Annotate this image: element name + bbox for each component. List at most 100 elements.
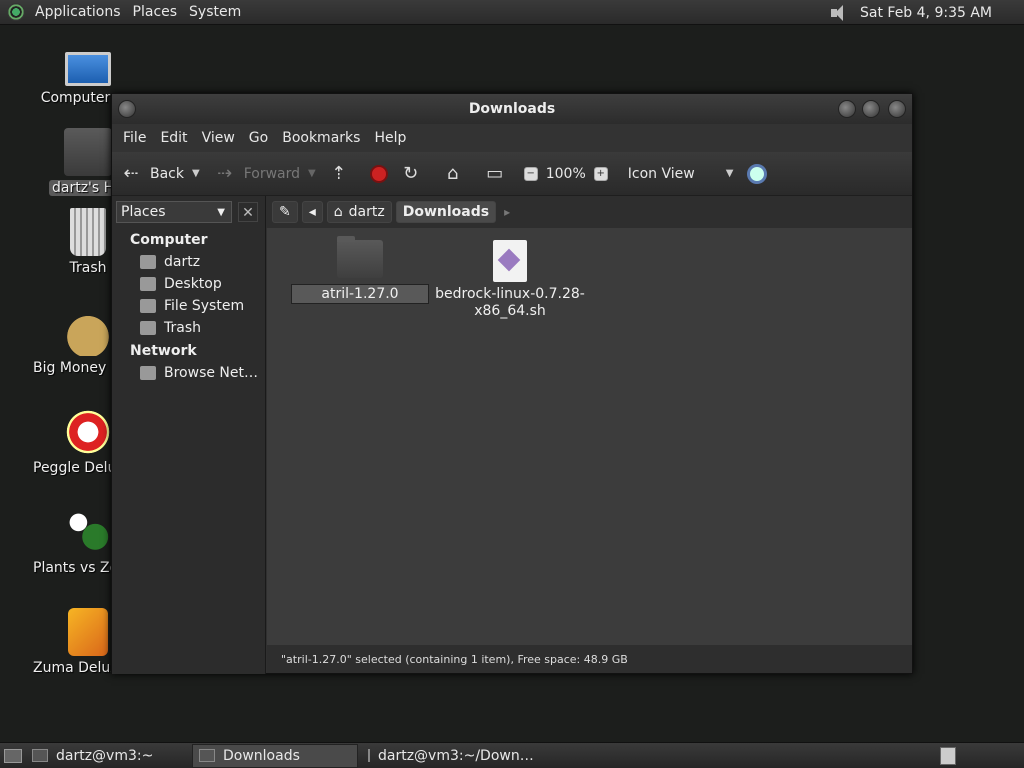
menu-go[interactable]: Go xyxy=(242,130,275,146)
zoom-out-icon[interactable]: − xyxy=(523,166,538,181)
clock[interactable]: Sat Feb 4, 9:35 AM xyxy=(860,5,992,21)
path-scroll-left-icon[interactable]: ◂ xyxy=(301,201,323,223)
plants-icon xyxy=(64,508,112,556)
file-item-bedrock[interactable]: bedrock-linux-0.7.28- x86_64.sh xyxy=(435,240,585,320)
computer-icon xyxy=(65,52,111,86)
desktop-icon-label: Computer xyxy=(40,90,111,106)
sidebar-section-network: Network xyxy=(130,343,197,359)
menu-system[interactable]: System xyxy=(183,0,247,25)
terminal-icon xyxy=(32,749,48,762)
file-label: atril-1.27.0 xyxy=(291,284,429,304)
sidebar-item-label: Trash xyxy=(164,320,201,336)
breadcrumb-downloads[interactable]: Downloads xyxy=(395,201,497,223)
places-sidebar: Places ▼ ✕ Computer dartz Desktop File S… xyxy=(112,196,266,674)
menu-view[interactable]: View xyxy=(195,130,242,146)
sidebar-item-trash[interactable]: Trash xyxy=(112,317,265,339)
sidebar-header: Places ▼ ✕ xyxy=(112,196,265,228)
show-desktop-icon[interactable] xyxy=(4,748,22,763)
home-icon xyxy=(140,255,156,269)
status-text: "atril-1.27.0" selected (containing 1 it… xyxy=(281,652,628,666)
zoom-control: − 100% + xyxy=(523,165,616,182)
back-label: Back xyxy=(150,165,184,182)
search-icon[interactable] xyxy=(747,163,768,184)
chevron-down-icon[interactable]: ▼ xyxy=(308,168,316,179)
zoom-level: 100% xyxy=(545,165,586,182)
task-terminal-home[interactable]: dartz@vm3:~ xyxy=(26,744,188,768)
path-scroll-right-icon[interactable]: ▸ xyxy=(504,205,510,219)
task-label: dartz@vm3:~ xyxy=(56,747,154,764)
menubar: File Edit View Go Bookmarks Help xyxy=(112,124,912,152)
stop-button[interactable] xyxy=(369,164,388,183)
money-bag-icon xyxy=(64,308,112,356)
menu-edit[interactable]: Edit xyxy=(153,130,194,146)
places-select[interactable]: Places ▼ xyxy=(116,201,232,223)
sidebar-section-computer: Computer xyxy=(130,232,208,248)
chevron-down-icon[interactable]: ▼ xyxy=(192,168,200,179)
workspace-switcher[interactable] xyxy=(940,746,956,765)
task-downloads[interactable]: Downloads xyxy=(192,743,358,768)
breadcrumb-label: Downloads xyxy=(402,204,490,220)
menu-file[interactable]: File xyxy=(116,130,153,146)
distro-logo-icon[interactable] xyxy=(7,3,25,21)
up-button[interactable]: ⇡ xyxy=(328,163,358,185)
menu-bookmarks[interactable]: Bookmarks xyxy=(275,130,367,146)
computer-button[interactable]: ▭ xyxy=(484,163,514,185)
forward-arrow-icon: ⇢ xyxy=(217,162,233,184)
close-sidebar-icon[interactable]: ✕ xyxy=(238,202,258,222)
view-mode-select[interactable]: Icon View ▼ xyxy=(628,166,734,182)
file-manager-window: Downloads File Edit View Go Bookmarks He… xyxy=(111,93,913,674)
forward-label: Forward xyxy=(243,165,301,182)
minimize-button[interactable] xyxy=(838,100,856,118)
desktop-icon-label: Peggle Deluxe xyxy=(33,460,111,476)
terminal-icon xyxy=(368,749,370,762)
sidebar-item-filesystem[interactable]: File System xyxy=(112,295,265,317)
back-arrow-icon: ⇠ xyxy=(123,162,139,184)
computer-icon: ▭ xyxy=(486,162,504,184)
file-view[interactable]: atril-1.27.0 bedrock-linux-0.7.28- x86_6… xyxy=(267,228,912,646)
sidebar-item-desktop[interactable]: Desktop xyxy=(112,273,265,295)
task-terminal-downloads[interactable]: dartz@vm3:~/Down… xyxy=(362,744,534,768)
volume-icon[interactable] xyxy=(828,3,850,23)
network-icon xyxy=(140,366,156,380)
places-select-label: Places xyxy=(121,204,166,220)
menu-help[interactable]: Help xyxy=(367,130,413,146)
chevron-down-icon: ▼ xyxy=(217,206,225,218)
home-icon: ⌂ xyxy=(447,162,459,184)
toggle-location-icon[interactable]: ✎ xyxy=(272,201,298,223)
menu-applications[interactable]: Applications xyxy=(29,0,127,25)
home-button[interactable]: ⌂ xyxy=(442,163,472,185)
back-button[interactable]: ⇠ Back ▼ xyxy=(120,162,200,185)
stop-icon xyxy=(369,164,388,183)
breadcrumb-label: dartz xyxy=(348,204,385,220)
sidebar-item-dartz[interactable]: dartz xyxy=(112,251,265,273)
zoom-in-icon[interactable]: + xyxy=(593,166,608,181)
folder-icon xyxy=(199,749,215,762)
sidebar-item-label: Desktop xyxy=(164,276,222,292)
desktop-icon xyxy=(140,277,156,291)
peggle-icon xyxy=(64,408,112,456)
file-label-line1: bedrock-linux-0.7.28- xyxy=(435,286,585,302)
top-panel-tray: Sat Feb 4, 9:35 AM xyxy=(828,0,1024,25)
close-button[interactable] xyxy=(888,100,906,118)
breadcrumb-dartz[interactable]: ⌂ dartz xyxy=(326,201,392,223)
window-titlebar[interactable]: Downloads xyxy=(112,94,912,124)
forward-button[interactable]: ⇢ Forward ▼ xyxy=(214,163,316,185)
menu-places[interactable]: Places xyxy=(127,0,184,25)
view-mode-label: Icon View xyxy=(627,165,695,182)
folder-icon xyxy=(337,236,383,278)
file-item-atril[interactable]: atril-1.27.0 xyxy=(285,236,435,304)
task-label: dartz@vm3:~/Down… xyxy=(378,747,534,764)
file-label-line2: x86_64.sh xyxy=(474,303,546,319)
top-menu: Applications Places System xyxy=(0,0,247,24)
maximize-button[interactable] xyxy=(862,100,880,118)
home-icon: ⌂ xyxy=(333,204,343,220)
toolbar: ⇠ Back ▼ ⇢ Forward ▼ ⇡ ↻ ⌂ ▭ − 100% + Ic… xyxy=(112,152,912,196)
chevron-down-icon: ▼ xyxy=(725,168,734,179)
home-folder-icon xyxy=(64,128,112,176)
reload-button[interactable]: ↻ xyxy=(400,163,430,185)
up-arrow-icon: ⇡ xyxy=(331,162,347,184)
sidebar-item-browse-network[interactable]: Browse Net… xyxy=(112,362,265,384)
sidebar-item-label: Browse Net… xyxy=(164,365,259,381)
desktop-icon-label: Zuma Deluxe xyxy=(33,660,111,676)
window-menu-button[interactable] xyxy=(118,100,136,118)
